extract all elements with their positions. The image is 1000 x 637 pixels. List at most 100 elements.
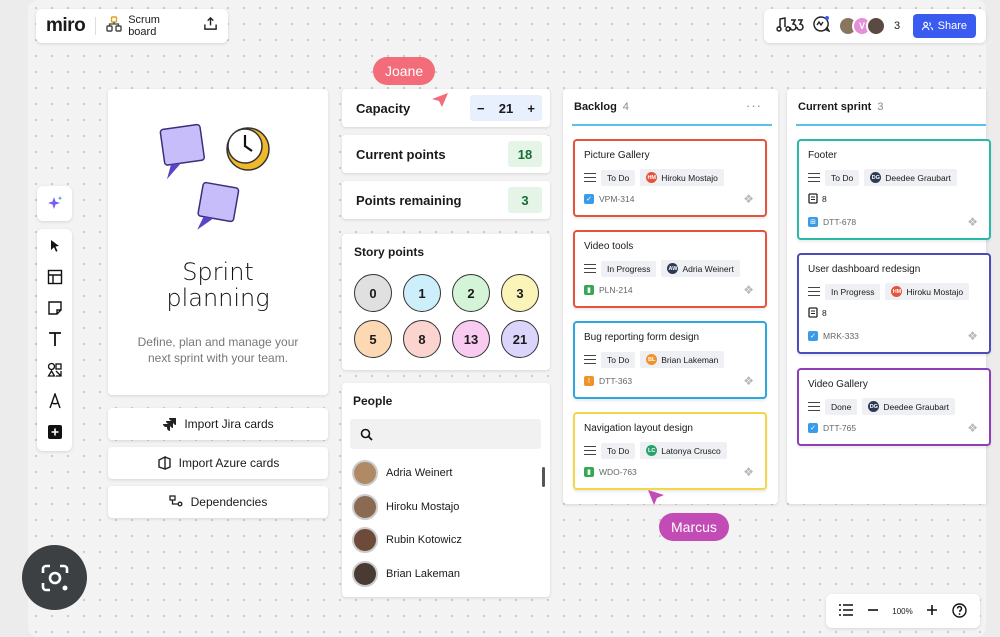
board-icon xyxy=(106,15,122,37)
people-search-input[interactable] xyxy=(350,419,541,449)
status-chip[interactable]: To Do xyxy=(601,442,636,459)
assignee-chip[interactable]: DG Deedee Graubart xyxy=(864,169,957,186)
column-title: Backlog xyxy=(574,101,617,113)
assignee-chip[interactable]: AW Adria Weinert xyxy=(661,260,740,277)
card-title: Picture Gallery xyxy=(584,150,650,161)
status-chip[interactable]: In Progress xyxy=(601,260,657,277)
task-card[interactable]: Footer To Do DG Deedee Graubart 8 ⊞ DTT-6… xyxy=(797,139,991,240)
card-meta-row: Done DG Deedee Graubart xyxy=(808,398,956,415)
add-more-icon[interactable] xyxy=(44,421,66,443)
share-label: Share xyxy=(937,20,967,32)
assignee-chip[interactable]: HM Hiroku Mostajo xyxy=(640,169,724,186)
task-card[interactable]: Navigation layout design To Do LC Latonya… xyxy=(573,412,767,490)
collaborator-avatars[interactable]: V xyxy=(838,16,886,36)
assignee-chip[interactable]: DG Deedee Graubart xyxy=(862,398,956,415)
status-chip[interactable]: To Do xyxy=(601,169,636,186)
templates-tool-icon[interactable] xyxy=(44,266,66,288)
card-meta-row: To Do DG Deedee Graubart xyxy=(808,169,957,186)
lens-icon xyxy=(41,564,68,591)
increment-button[interactable]: + xyxy=(527,101,535,116)
import-azure-button[interactable]: Import Azure cards xyxy=(108,447,328,479)
story-points-grid: 0 1 2 3 5 8 13 21 xyxy=(354,274,539,358)
status-label: In Progress xyxy=(831,286,875,297)
ai-assist-button[interactable] xyxy=(37,186,72,221)
person-row[interactable]: Hiroku Mostajo xyxy=(352,494,459,520)
people-scrollbar[interactable] xyxy=(542,467,545,487)
column-more-icon[interactable]: ··· xyxy=(746,98,762,113)
export-icon[interactable] xyxy=(203,16,218,36)
card-title: User dashboard redesign xyxy=(808,264,921,275)
sticky-note-tool-icon[interactable] xyxy=(44,297,66,319)
cursor-label-marcus: Marcus xyxy=(659,513,729,541)
assignee-name: Deedee Graubart xyxy=(883,401,950,412)
cursor-label-joane: Joane xyxy=(373,57,436,85)
story-point-chip[interactable]: 1 xyxy=(403,274,441,312)
card-footer: ! DTT-363 xyxy=(584,376,632,386)
google-lens-button[interactable] xyxy=(22,545,87,610)
assignee-chip[interactable]: HM Hiroku Mostajo xyxy=(885,283,970,300)
pen-tool-icon[interactable] xyxy=(44,390,66,412)
person-row[interactable]: Adria Weinert xyxy=(352,460,452,486)
help-icon[interactable] xyxy=(952,602,967,620)
shapes-tool-icon[interactable] xyxy=(44,359,66,381)
story-point-chip[interactable]: 8 xyxy=(403,320,441,358)
zoom-bar: 100% xyxy=(826,594,980,628)
column-count: 3 xyxy=(877,101,884,113)
reactions-icon[interactable] xyxy=(774,16,804,37)
card-title: Footer xyxy=(808,150,837,161)
story-point-chip[interactable]: 5 xyxy=(354,320,392,358)
list-view-icon[interactable] xyxy=(838,604,853,618)
person-row[interactable]: Brian Lakeman xyxy=(352,561,460,587)
person-name: Brian Lakeman xyxy=(386,568,460,580)
import-jira-button[interactable]: Import Jira cards xyxy=(108,408,328,440)
status-chip[interactable]: In Progress xyxy=(825,283,881,300)
assignee-chip[interactable]: BL Brian Lakeman xyxy=(640,351,725,368)
column-header: Current sprint 3 xyxy=(798,101,883,113)
task-card[interactable]: Bug reporting form design To Do BL Brian … xyxy=(573,321,767,399)
issue-type-icon: ! xyxy=(584,376,594,386)
zoom-in-icon[interactable] xyxy=(926,604,938,618)
estimate-value: 8 xyxy=(822,307,827,318)
zoom-out-icon[interactable] xyxy=(867,604,879,618)
sprint-planning-card[interactable]: Sprint planning Define, plan and manage … xyxy=(108,89,328,395)
share-button[interactable]: Share xyxy=(912,14,976,38)
assignee-avatar: HM xyxy=(646,172,658,183)
jira-icon: ❖ xyxy=(743,374,754,388)
decrement-button[interactable]: − xyxy=(477,101,485,116)
capacity-stepper[interactable]: − 21 + xyxy=(470,95,542,121)
task-card[interactable]: Picture Gallery To Do HM Hiroku Mostajo ✓… xyxy=(573,139,767,217)
text-tool-icon[interactable] xyxy=(44,328,66,350)
status-chip[interactable]: To Do xyxy=(601,351,636,368)
sprint-illustration xyxy=(159,123,270,230)
issue-key: MRK-333 xyxy=(823,331,859,341)
estimate-row: 8 xyxy=(808,193,827,204)
miro-logo[interactable]: miro xyxy=(46,15,86,37)
sparkle-icon xyxy=(47,195,62,209)
card-title: Video tools xyxy=(584,241,634,252)
card-meta-row: To Do BL Brian Lakeman xyxy=(584,351,725,368)
activity-icon[interactable] xyxy=(812,15,831,38)
avatar xyxy=(352,561,378,587)
assignee-name: Adria Weinert xyxy=(682,263,734,274)
assignee-chip[interactable]: LC Latonya Crusco xyxy=(640,442,727,459)
task-card[interactable]: Video tools In Progress AW Adria Weinert … xyxy=(573,230,767,308)
issue-type-icon: ✓ xyxy=(808,331,818,341)
task-card[interactable]: Video Gallery Done DG Deedee Graubart ✓ D… xyxy=(797,368,991,446)
zoom-level[interactable]: 100% xyxy=(892,607,912,616)
story-points-title: Story points xyxy=(354,245,425,259)
story-point-chip[interactable]: 3 xyxy=(501,274,539,312)
person-row[interactable]: Rubin Kotowicz xyxy=(352,527,462,553)
story-point-chip[interactable]: 0 xyxy=(354,274,392,312)
status-chip[interactable]: Done xyxy=(825,398,858,415)
search-icon xyxy=(360,428,373,441)
board-title[interactable]: Scrum board xyxy=(128,14,191,38)
story-point-chip[interactable]: 21 xyxy=(501,320,539,358)
column-divider xyxy=(572,124,772,126)
story-point-chip[interactable]: 2 xyxy=(452,274,490,312)
status-chip[interactable]: To Do xyxy=(825,169,860,186)
story-point-chip[interactable]: 13 xyxy=(452,320,490,358)
select-tool-icon[interactable] xyxy=(44,235,66,257)
points-remaining-value: 3 xyxy=(508,187,542,213)
dependencies-button[interactable]: Dependencies xyxy=(108,486,328,518)
task-card[interactable]: User dashboard redesign In Progress HM Hi… xyxy=(797,253,991,354)
